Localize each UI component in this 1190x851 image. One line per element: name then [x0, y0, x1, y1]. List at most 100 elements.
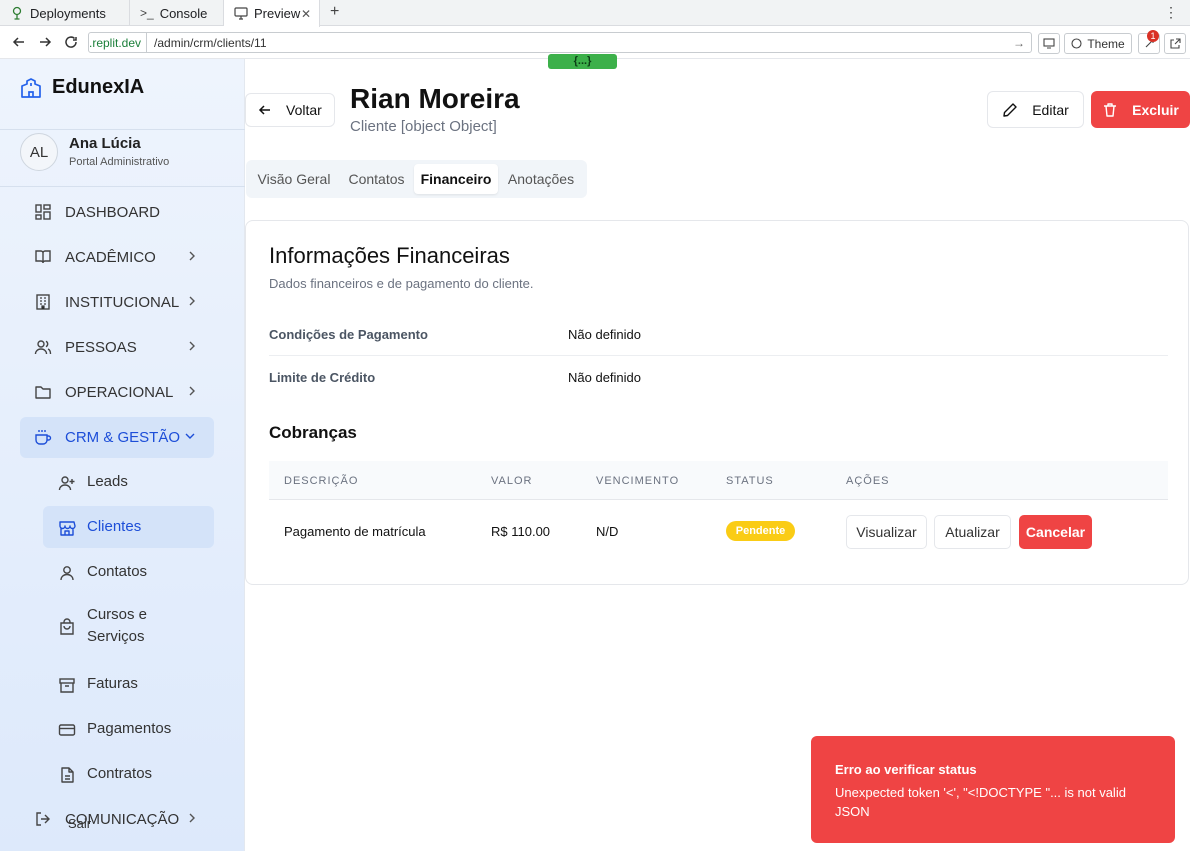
domain-text: .replit.dev: [89, 35, 142, 50]
sidebar-item-label: ACADÊMICO: [65, 248, 156, 266]
view-button[interactable]: Visualizar: [846, 515, 927, 549]
tab-preview[interactable]: Preview ✕: [224, 0, 320, 27]
sidebar-subitem-label: Contatos: [87, 563, 148, 580]
sidebar-item-dashboard[interactable]: DASHBOARD: [20, 192, 214, 232]
tab-financeiro[interactable]: Financeiro: [414, 164, 498, 194]
user-profile[interactable]: AL Ana Lúcia Portal Administrativo: [0, 129, 245, 187]
back-button[interactable]: Voltar: [245, 93, 335, 127]
delete-button[interactable]: Excluir: [1091, 91, 1190, 128]
open-external-icon[interactable]: [1164, 33, 1186, 54]
error-toast[interactable]: Erro ao verificar status Unexpected toke…: [811, 736, 1175, 843]
theme-button[interactable]: Theme: [1064, 33, 1132, 54]
page-subtitle: Cliente [object Object]: [350, 118, 497, 135]
tab-visao-geral[interactable]: Visão Geral: [250, 164, 338, 194]
sidebar-subitem-label: Leads: [87, 473, 128, 490]
book-open-icon: [34, 248, 52, 266]
sidebar-item-label: DASHBOARD: [65, 203, 161, 221]
sidebar-subitem-contatos[interactable]: Contatos: [43, 551, 214, 593]
field-value: Não definido: [568, 327, 641, 342]
tab-contatos[interactable]: Contatos: [341, 164, 412, 194]
address-bar[interactable]: {...} .replit.dev /admin/crm/clients/11 …: [88, 32, 1032, 69]
toast-message: Unexpected token '<', "<!DOCTYPE "... is…: [835, 785, 1126, 819]
chevron-right-icon: [188, 250, 196, 262]
forward-arrow-icon[interactable]: [38, 35, 52, 49]
edit-button[interactable]: Editar: [987, 91, 1084, 128]
url-path: /admin/crm/clients/11: [154, 35, 267, 50]
logout-link[interactable]: Sair: [68, 816, 91, 831]
sidebar-item-academico[interactable]: ACADÊMICO: [20, 237, 214, 277]
theme-label: Theme: [1087, 36, 1125, 51]
close-tab-icon[interactable]: ✕: [301, 7, 311, 21]
sidebar-item-label: OPERACIONAL: [65, 383, 174, 401]
charge-due: N/D: [596, 524, 619, 539]
sidebar-item-comunicacao[interactable]: COMUNICAÇÃO: [20, 799, 214, 839]
edit-label: Editar: [1032, 101, 1069, 118]
console-icon: >_: [140, 6, 154, 20]
brand-name: EdunexIA: [52, 76, 145, 98]
field-label: Condições de Pagamento: [269, 327, 428, 342]
tab-label: Deployments: [30, 5, 106, 21]
tab-anotacoes[interactable]: Anotações: [500, 164, 582, 194]
user-icon: [58, 564, 76, 582]
delete-label: Excluir: [1132, 101, 1179, 118]
more-menu-icon[interactable]: ⋮: [1164, 4, 1178, 21]
users-icon: [34, 338, 52, 356]
avatar: AL: [20, 133, 58, 171]
chevron-down-icon: [184, 432, 196, 440]
new-tab-button[interactable]: +: [330, 3, 339, 21]
tab-deployments[interactable]: Deployments: [0, 0, 130, 26]
sidebar-subitem-label: Faturas: [87, 675, 138, 692]
sidebar-item-institucional[interactable]: INSTITUCIONAL: [20, 282, 214, 322]
column-header: VALOR: [491, 475, 533, 487]
sidebar-subitem-label: Pagamentos: [87, 720, 172, 737]
sidebar-item-label: INSTITUCIONAL: [65, 293, 180, 311]
toast-title: Erro ao verificar status: [835, 762, 977, 777]
cancel-button[interactable]: Cancelar: [1019, 515, 1092, 549]
device-icon[interactable]: [1038, 33, 1060, 54]
trash-icon: [1102, 102, 1118, 118]
chevron-right-icon: [188, 340, 196, 352]
shopping-bag-icon: [58, 618, 76, 636]
status-badge: Pendente: [726, 521, 795, 541]
sidebar-subitem-label: Clientes: [87, 518, 142, 535]
sidebar-subitem-faturas[interactable]: Faturas: [43, 663, 214, 705]
finance-description: Dados financeiros e de pagamento do clie…: [269, 276, 534, 291]
coffee-icon: [34, 428, 52, 446]
divider: [269, 355, 1168, 356]
detail-tabs: Visão Geral Contatos Financeiro Anotaçõe…: [246, 160, 587, 198]
file-text-icon: [58, 766, 76, 784]
logout-icon: [34, 810, 52, 828]
sidebar: EdunexIA AL Ana Lúcia Portal Administrat…: [0, 59, 245, 851]
sidebar-item-pessoas[interactable]: PESSOAS: [20, 327, 214, 367]
back-arrow-icon[interactable]: [12, 35, 26, 49]
reload-icon[interactable]: [64, 35, 78, 49]
sidebar-item-operacional[interactable]: OPERACIONAL: [20, 372, 214, 412]
sidebar-item-crm-gestao[interactable]: CRM & GESTÃO: [20, 417, 214, 458]
sidebar-subitem-cursos-servicos[interactable]: Cursos e Serviços: [43, 601, 214, 651]
sidebar-subitem-clientes[interactable]: Clientes: [43, 506, 214, 548]
sidebar-subitem-leads[interactable]: Leads: [43, 461, 214, 503]
tab-label: Preview: [254, 6, 301, 21]
user-name: Ana Lúcia: [69, 135, 141, 152]
finance-card: Informações Financeiras Dados financeiro…: [245, 220, 1189, 585]
brand[interactable]: EdunexIA: [20, 76, 144, 99]
preview-icon: [234, 7, 248, 20]
column-header: AÇÕES: [846, 475, 890, 487]
building-icon: [34, 293, 52, 311]
main-content: Voltar Rian Moreira Cliente [object Obje…: [245, 59, 1190, 851]
arrow-left-icon: [258, 103, 272, 117]
tab-console[interactable]: >_ Console: [130, 0, 224, 26]
tab-label: Console: [159, 5, 208, 21]
finance-title: Informações Financeiras: [269, 243, 510, 268]
sidebar-subitem-contratos[interactable]: Contratos: [43, 753, 214, 795]
sidebar-item-label: CRM & GESTÃO: [65, 429, 181, 446]
field-row: Limite de Crédito Não definido: [269, 370, 1168, 413]
update-button[interactable]: Atualizar: [934, 515, 1011, 549]
deployments-icon: [10, 6, 24, 20]
field-label: Limite de Crédito: [269, 370, 376, 385]
notification-badge: 1: [1147, 30, 1159, 42]
back-label: Voltar: [286, 102, 322, 118]
chevron-right-icon: [188, 295, 196, 307]
sidebar-subitem-pagamentos[interactable]: Pagamentos: [43, 708, 214, 750]
open-arrow-icon[interactable]: →: [1013, 36, 1025, 50]
